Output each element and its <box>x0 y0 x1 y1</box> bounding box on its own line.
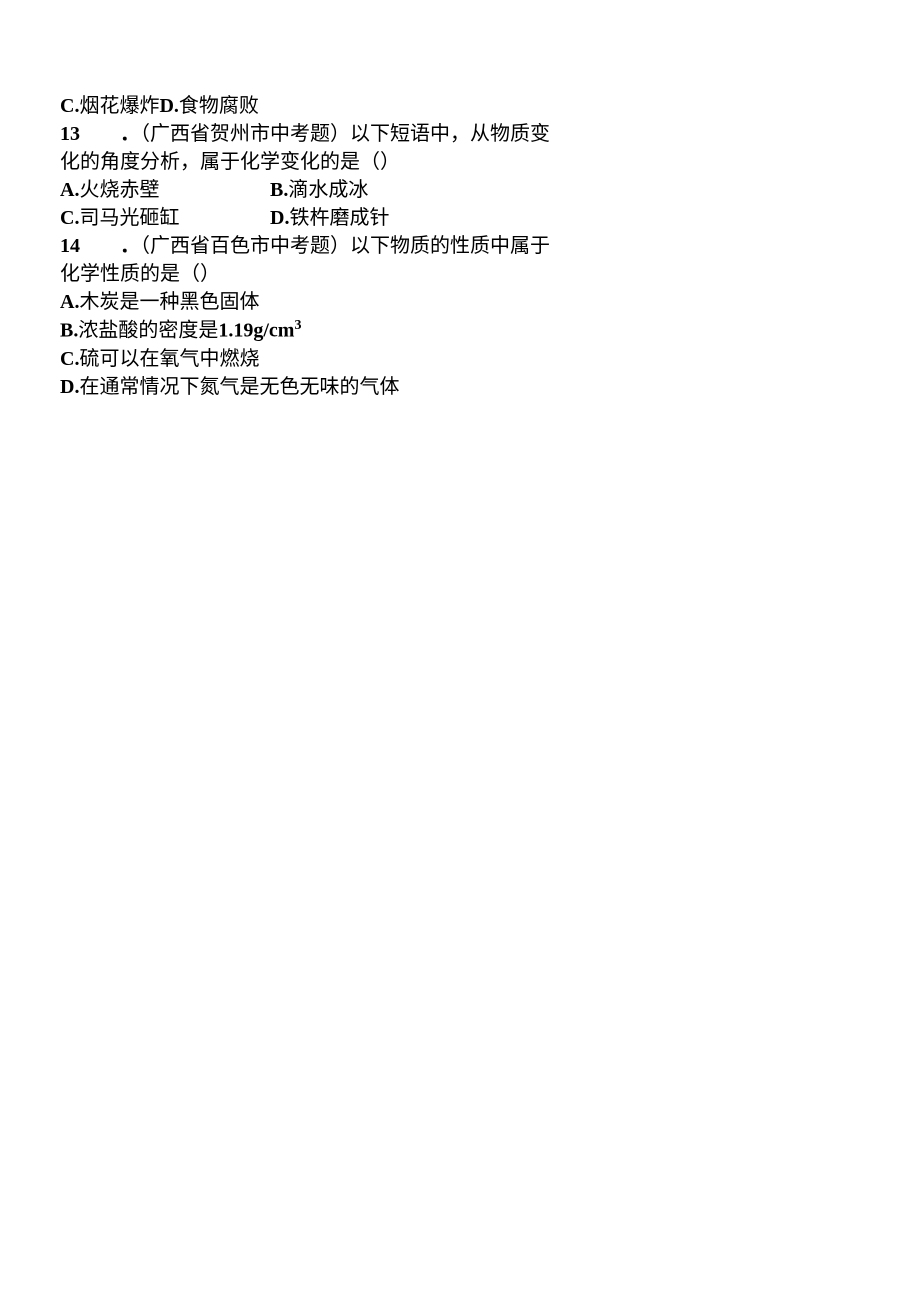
q14-option-a: A.木炭是一种黑色固体 <box>60 288 860 316</box>
q13-options-cd: C.司马光砸缸 D.铁杵磨成针 <box>60 204 860 232</box>
q14-dot: ． <box>120 235 140 257</box>
q13-option-c-label: C. <box>60 207 79 229</box>
q13-option-b-text: 滴水成冰 <box>288 179 368 201</box>
q13-option-a-label: A. <box>60 179 79 201</box>
q13-option-d-text: 铁杵磨成针 <box>289 207 389 229</box>
q13-options-ab: A.火烧赤壁 B.滴水成冰 <box>60 176 860 204</box>
q13-option-c-text: 司马光砸缸 <box>79 207 179 229</box>
q13-option-b-label: B. <box>270 179 288 201</box>
q13-option-a-text: 火烧赤壁 <box>79 179 159 201</box>
q14-option-b-text-pre: 浓盐酸的密度是 <box>78 320 218 342</box>
q13-stem-line2: 化的角度分析，属于化学变化的是（） <box>60 148 860 176</box>
q14-stem-line2: 化学性质的是（） <box>60 260 860 288</box>
q13-stem-text2: 化的角度分析，属于化学变化的是（） <box>60 151 400 173</box>
q14-stem-line1: 14 ．（广西省百色市中考题）以下物质的性质中属于 <box>60 232 860 260</box>
q14-option-a-text: 木炭是一种黑色固体 <box>79 291 259 313</box>
q14-option-c: C.硫可以在氧气中燃烧 <box>60 345 860 373</box>
q14-option-c-text: 硫可以在氧气中燃烧 <box>79 348 259 370</box>
q14-option-b-sup: 3 <box>294 318 301 333</box>
q13-option-d-label: D. <box>270 207 289 229</box>
q13-number: 13 <box>60 123 80 145</box>
q14-option-b-value: 1.19g/cm <box>218 320 294 342</box>
q13-stem-text1: （广西省贺州市中考题）以下短语中，从物质变 <box>140 123 550 145</box>
q13-stem-line1: 13 ．（广西省贺州市中考题）以下短语中，从物质变 <box>60 120 860 148</box>
q14-number: 14 <box>60 235 80 257</box>
q14-option-d-label: D. <box>60 376 79 398</box>
option-c-label: C. <box>60 95 79 117</box>
q14-stem-text1: （广西省百色市中考题）以下物质的性质中属于 <box>140 235 550 257</box>
q14-option-a-label: A. <box>60 291 79 313</box>
q14-option-b: B.浓盐酸的密度是1.19g/cm3 <box>60 316 860 345</box>
option-d-text: 食物腐败 <box>179 95 259 117</box>
q14-option-c-label: C. <box>60 348 79 370</box>
option-d-label: D. <box>159 95 178 117</box>
q14-stem-text2: 化学性质的是（） <box>60 263 220 285</box>
q14-option-d-text: 在通常情况下氮气是无色无味的气体 <box>79 376 399 398</box>
q14-option-d: D.在通常情况下氮气是无色无味的气体 <box>60 373 860 401</box>
q12-options-line-cd: C.烟花爆炸D.食物腐败 <box>60 92 860 120</box>
document-body: C.烟花爆炸D.食物腐败 13．（广西省贺州市中考题）以下短语中，从物质变 化的… <box>60 92 860 401</box>
q13-dot: ． <box>120 123 140 145</box>
option-c-text: 烟花爆炸 <box>79 95 159 117</box>
q14-option-b-label: B. <box>60 320 78 342</box>
